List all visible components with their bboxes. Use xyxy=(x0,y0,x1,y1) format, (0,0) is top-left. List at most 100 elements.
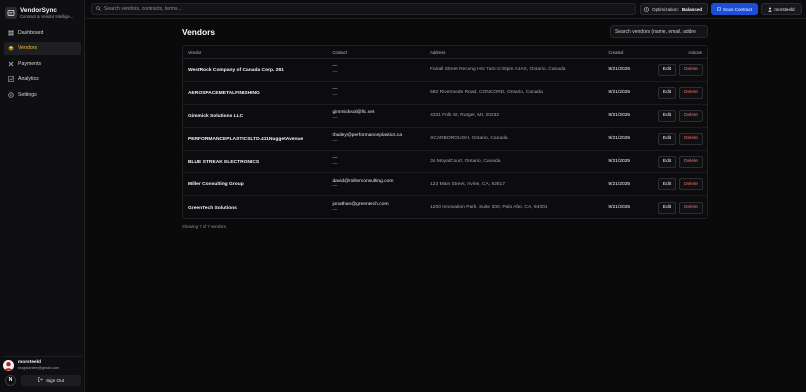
delete-button[interactable]: Delete xyxy=(679,63,704,76)
sidebar-item-analytics[interactable]: Analytics xyxy=(4,73,81,86)
sidebar: VendorSync Contract & Vendor Intellige..… xyxy=(0,0,85,392)
app-name: VendorSync xyxy=(20,6,57,14)
settings-icon xyxy=(8,92,14,98)
vendor-created: 9/21/2025 xyxy=(608,136,631,142)
vendor-name: PERFORMANCEPLASTICSLTD.411NuggetAvenue xyxy=(188,136,304,142)
optimization-selector[interactable]: Optimization: Balanced xyxy=(640,3,708,15)
table-row[interactable]: GreenTech Solutions jonathan@greentech.c… xyxy=(183,196,707,219)
analytics-icon xyxy=(8,76,14,83)
user-profile[interactable]: morsteeld mogstantee@gmail.com xyxy=(3,356,82,372)
vendor-created: 9/21/2025 xyxy=(608,113,631,119)
sidebar-item-label: Dashboard xyxy=(18,29,44,36)
n-badge[interactable]: N xyxy=(5,374,16,386)
table-row[interactable]: Gimmick Solutions LLC gimmicksol@llc.net… xyxy=(183,105,707,128)
sidebar-footer: N Sign Out xyxy=(5,374,81,386)
edit-button[interactable]: Edit xyxy=(658,178,677,191)
vendor-contact: — — xyxy=(332,156,338,167)
sidebar-nav: Dashboard Vendors Payments Analytics Set… xyxy=(4,26,81,104)
payments-icon xyxy=(8,61,14,67)
sign-out-label: Sign Out xyxy=(46,377,64,383)
delete-button[interactable]: Delete xyxy=(679,86,704,99)
vendor-contact: — — xyxy=(332,64,338,75)
vendor-name: BLUE STREAK ELECTRONICS xyxy=(188,159,260,165)
page-title: Vendors xyxy=(182,27,216,37)
brand[interactable]: VendorSync Contract & Vendor Intellige..… xyxy=(5,4,83,22)
column-header-created: Created xyxy=(608,49,624,55)
delete-button[interactable]: Delete xyxy=(679,201,704,214)
vendor-address: SCARBOROUGH, Ontario, Canada. xyxy=(430,136,509,142)
edit-button[interactable]: Edit xyxy=(658,201,677,214)
vendor-created: 9/21/2025 xyxy=(608,205,631,211)
user-email: mogstantee@gmail.com xyxy=(18,366,59,370)
sidebar-item-vendors[interactable]: Vendors xyxy=(4,41,81,55)
user-menu-label: morsteeld xyxy=(774,6,795,12)
edit-button[interactable]: Edit xyxy=(658,63,677,76)
vendor-contact: jonathan@greentech.com — xyxy=(332,202,389,213)
scan-contract-button[interactable]: Scan Contract xyxy=(711,3,758,15)
vendor-name: WestRock Company of Canada Corp. 281 xyxy=(188,67,284,73)
table-row[interactable]: AEROSPACEMETALFINISHING — — 582 Rivermede… xyxy=(183,82,707,105)
sidebar-item-settings[interactable]: Settings xyxy=(4,88,81,101)
edit-button[interactable]: Edit xyxy=(658,132,677,145)
vendor-contact: — — xyxy=(332,87,338,98)
edit-button[interactable]: Edit xyxy=(658,86,677,99)
vendor-address: 1200 Innovation Park, Suite 300, Palo Al… xyxy=(430,205,548,211)
edit-button[interactable]: Edit xyxy=(658,155,677,168)
app-logo-icon xyxy=(5,7,17,19)
global-search[interactable] xyxy=(91,3,636,15)
vendor-address: 4331 Folk St, Rutger, MI, 20232 xyxy=(430,113,500,119)
vendor-name: Miller Consulting Group xyxy=(188,182,244,188)
vendor-address: 123 Main Street, Irvine, CA, 92617 xyxy=(430,181,506,187)
column-header-vendor: Vendor xyxy=(188,49,202,55)
sidebar-item-payments[interactable]: Payments xyxy=(4,57,81,70)
vendor-contact: rbailey@performanceplastics.ca — xyxy=(332,133,403,144)
scan-icon xyxy=(717,7,721,11)
avatar xyxy=(3,360,14,371)
app-tagline: Contract & Vendor Intellige... xyxy=(20,13,74,19)
vendor-address: 582 Rivermede Road, CONCORD, Ontario, Ca… xyxy=(430,90,543,96)
search-input[interactable] xyxy=(104,6,604,12)
vendors-icon xyxy=(8,45,14,51)
column-header-actions: Actions xyxy=(688,49,703,55)
sign-out-button[interactable]: Sign Out xyxy=(21,374,81,386)
vendor-name: GreenTech Solutions xyxy=(188,205,237,211)
vendor-contact: gimmicksol@llc.net — xyxy=(332,110,375,121)
dashboard-icon xyxy=(8,30,14,36)
vendor-created: 9/21/2025 xyxy=(608,159,631,164)
scan-contract-label: Scan Contract xyxy=(722,6,753,12)
vendor-address: 3o MoyalCourt, Ontario, Canada xyxy=(430,159,501,164)
column-header-address: Address xyxy=(430,49,446,55)
table-header: Vendor Contact Address Created Actions xyxy=(183,46,707,59)
vendor-created: 9/21/2025 xyxy=(608,181,631,187)
table-row[interactable]: Miller Consulting Group david@millercons… xyxy=(183,173,707,197)
sidebar-item-label: Settings xyxy=(18,91,37,98)
table-row[interactable]: BLUE STREAK ELECTRONICS — — 3o MoyalCourt… xyxy=(183,151,707,174)
table-row[interactable]: PERFORMANCEPLASTICSLTD.411NuggetAvenue r… xyxy=(183,128,707,151)
vendor-address: Fairall Street Recvng Hrs 7am-2:30pm AJA… xyxy=(430,67,566,73)
delete-button[interactable]: Delete xyxy=(679,109,704,122)
vendor-search-input[interactable] xyxy=(610,25,708,38)
sidebar-item-label: Vendors xyxy=(18,45,38,52)
sign-out-icon xyxy=(38,377,43,383)
vendor-created: 9/21/2025 xyxy=(608,90,631,96)
sidebar-item-label: Analytics xyxy=(18,76,39,83)
search-icon xyxy=(96,5,101,13)
results-count: Showing 7 of 7 vendors. xyxy=(182,224,227,229)
delete-button[interactable]: Delete xyxy=(679,155,704,168)
vendor-name: Gimmick Solutions LLC xyxy=(188,113,244,119)
edit-button[interactable]: Edit xyxy=(658,109,677,122)
user-menu-button[interactable]: morsteeld xyxy=(761,3,802,15)
table-row[interactable]: WestRock Company of Canada Corp. 281 — — … xyxy=(183,59,707,82)
optimization-icon xyxy=(644,6,649,12)
sidebar-item-dashboard[interactable]: Dashboard xyxy=(4,26,81,39)
column-header-contact: Contact xyxy=(332,49,347,55)
optimization-value: Balanced xyxy=(681,6,703,12)
optimization-label: Optimization: xyxy=(652,6,679,12)
sidebar-item-label: Payments xyxy=(18,60,42,67)
delete-button[interactable]: Delete xyxy=(679,178,704,191)
top-bar: Optimization: Balanced Scan Contract mor… xyxy=(86,0,806,19)
vendors-table: Vendor Contact Address Created Actions W… xyxy=(182,45,708,219)
vendor-created: 9/21/2025 xyxy=(608,67,631,73)
vendor-contact: david@millerconsulting.com — xyxy=(332,178,394,190)
delete-button[interactable]: Delete xyxy=(679,132,704,145)
